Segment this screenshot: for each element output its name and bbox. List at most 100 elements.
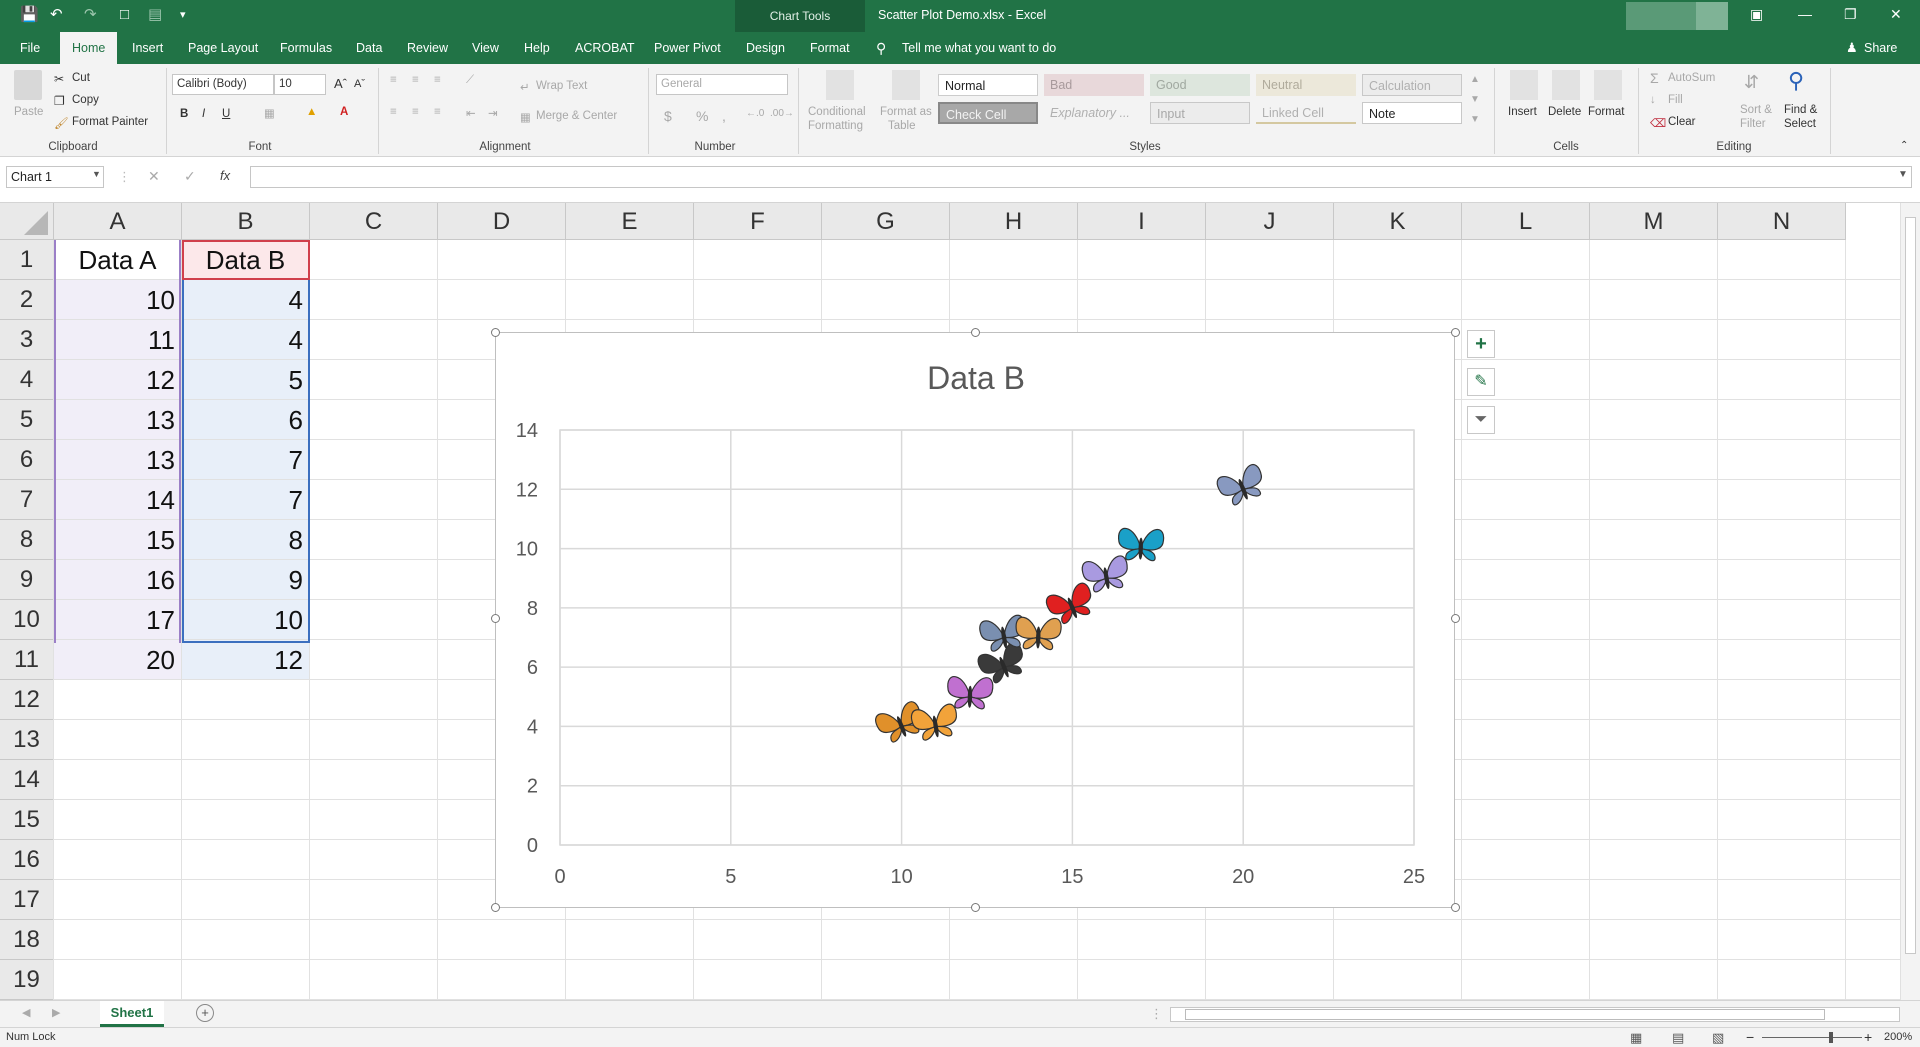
cell-data-b[interactable]: 4 [182,320,310,360]
styles-more-icon[interactable]: ▼ [1470,114,1480,125]
collapse-ribbon-icon[interactable]: ⌃ [1900,140,1908,151]
row-header-18[interactable]: 18 [0,920,54,960]
page-break-view-icon[interactable]: ▧ [1712,1030,1724,1046]
decrease-decimal-icon[interactable]: .00→ [770,108,794,119]
chart-styles-icon[interactable]: ✎ [1467,368,1495,396]
tab-power-pivot[interactable]: Power Pivot [654,32,721,64]
middle-align-icon[interactable]: ≡ [412,74,419,86]
decrease-indent-icon[interactable]: ⇤ [466,106,476,120]
row-header-14[interactable]: 14 [0,760,54,800]
sort-filter-button[interactable]: Sort & [1740,104,1772,116]
chart-resize-handle[interactable] [1451,614,1460,623]
chart-title[interactable]: Data B [927,360,1025,396]
tab-file[interactable]: File [20,32,40,64]
tab-review[interactable]: Review [407,32,448,64]
find-select-button[interactable]: Find & [1784,104,1817,116]
column-header-h[interactable]: H [950,203,1078,240]
account-avatar[interactable] [1696,2,1728,30]
style-bad[interactable]: Bad [1044,74,1144,96]
top-align-icon[interactable]: ≡ [390,74,397,86]
orientation-icon[interactable]: ⟋ [466,74,474,87]
delete-cells-button[interactable]: Delete [1548,106,1581,118]
cell-data-b[interactable]: 12 [182,640,310,680]
save-icon[interactable]: 💾 [20,5,39,25]
cut-button[interactable]: Cut [72,72,90,84]
row-header-6[interactable]: 6 [0,440,54,480]
column-header-m[interactable]: M [1590,203,1718,240]
cell-data-b[interactable]: 6 [182,400,310,440]
cell-data-a[interactable]: 10 [54,280,182,320]
underline-button[interactable]: U [222,108,230,120]
cell-data-b[interactable]: 9 [182,560,310,600]
page-layout-view-icon[interactable]: ▤ [1672,1030,1684,1046]
name-box[interactable]: Chart 1 [6,166,104,188]
tab-split-icon[interactable]: ⋮ [1150,1006,1163,1022]
horizontal-scrollbar[interactable] [1170,1007,1900,1022]
new-file-icon[interactable]: □ [120,5,129,25]
style-calculation[interactable]: Calculation [1362,74,1462,96]
undo-icon[interactable]: ↶ [50,5,63,25]
row-header-4[interactable]: 4 [0,360,54,400]
chart-resize-handle[interactable] [1451,328,1460,337]
fill-button[interactable]: Fill [1668,94,1683,106]
style-linked-cell[interactable]: Linked Cell [1256,102,1356,124]
row-header-17[interactable]: 17 [0,880,54,920]
print-preview-icon[interactable]: ▤ [148,5,162,25]
cell-data-a[interactable]: 16 [54,560,182,600]
row-header-8[interactable]: 8 [0,520,54,560]
new-sheet-button[interactable]: + [196,1004,214,1022]
format-painter-button[interactable]: Format Painter [72,116,148,128]
style-neutral[interactable]: Neutral [1256,74,1356,96]
autosum-button[interactable]: AutoSum [1668,72,1715,84]
formula-input[interactable] [250,166,1912,188]
cell-data-a[interactable]: 13 [54,440,182,480]
cell-a1-header[interactable]: Data A [54,240,182,280]
row-header-9[interactable]: 9 [0,560,54,600]
chart-resize-handle[interactable] [491,328,500,337]
zoom-level[interactable]: 200% [1884,1031,1912,1043]
row-header-7[interactable]: 7 [0,480,54,520]
chart-resize-handle[interactable] [971,328,980,337]
italic-button[interactable]: I [202,108,205,120]
row-header-19[interactable]: 19 [0,960,54,1000]
chart-resize-handle[interactable] [491,614,500,623]
tab-view[interactable]: View [472,32,499,64]
column-header-e[interactable]: E [566,203,694,240]
tab-help[interactable]: Help [524,32,550,64]
zoom-slider-thumb[interactable] [1829,1032,1833,1043]
row-header-12[interactable]: 12 [0,680,54,720]
paste-button[interactable]: Paste [14,106,43,118]
close-icon[interactable]: ✕ [1890,6,1902,23]
sort-filter-button-line2[interactable]: Filter [1740,118,1766,130]
style-note[interactable]: Note [1362,102,1462,124]
format-as-table-button[interactable]: Format as [880,106,932,118]
insert-function-button[interactable]: fx [220,168,230,183]
cancel-entry-icon[interactable]: ✕ [148,168,160,185]
cell-data-b[interactable]: 5 [182,360,310,400]
copy-button[interactable]: Copy [72,94,99,106]
conditional-formatting-button-line2[interactable]: Formatting [808,120,863,132]
cell-data-b[interactable]: 10 [182,600,310,640]
cell-data-a[interactable]: 20 [54,640,182,680]
tab-format[interactable]: Format [810,32,850,64]
cell-data-b[interactable]: 8 [182,520,310,560]
tab-formulas[interactable]: Formulas [280,32,332,64]
find-select-button-line2[interactable]: Select [1784,118,1816,130]
cell-data-b[interactable]: 7 [182,480,310,520]
column-header-b[interactable]: B [182,203,310,240]
vertical-scroll-thumb[interactable] [1905,217,1916,954]
cell-b1-header[interactable]: Data B [182,240,310,280]
find-select-icon[interactable]: ⚲ [1788,68,1804,94]
cell-data-a[interactable]: 12 [54,360,182,400]
vertical-scrollbar[interactable] [1900,203,1920,1000]
row-header-16[interactable]: 16 [0,840,54,880]
chart-elements-button[interactable]: + [1467,330,1495,358]
delete-cells-icon[interactable] [1552,70,1580,100]
zoom-out-button[interactable]: − [1746,1029,1754,1045]
borders-icon[interactable]: ▦ [264,106,275,120]
restore-icon[interactable]: ❐ [1844,6,1857,23]
column-header-i[interactable]: I [1078,203,1206,240]
comma-button[interactable]: , [722,108,726,124]
align-left-icon[interactable]: ≡ [390,106,397,118]
horizontal-scroll-thumb[interactable] [1185,1009,1825,1020]
